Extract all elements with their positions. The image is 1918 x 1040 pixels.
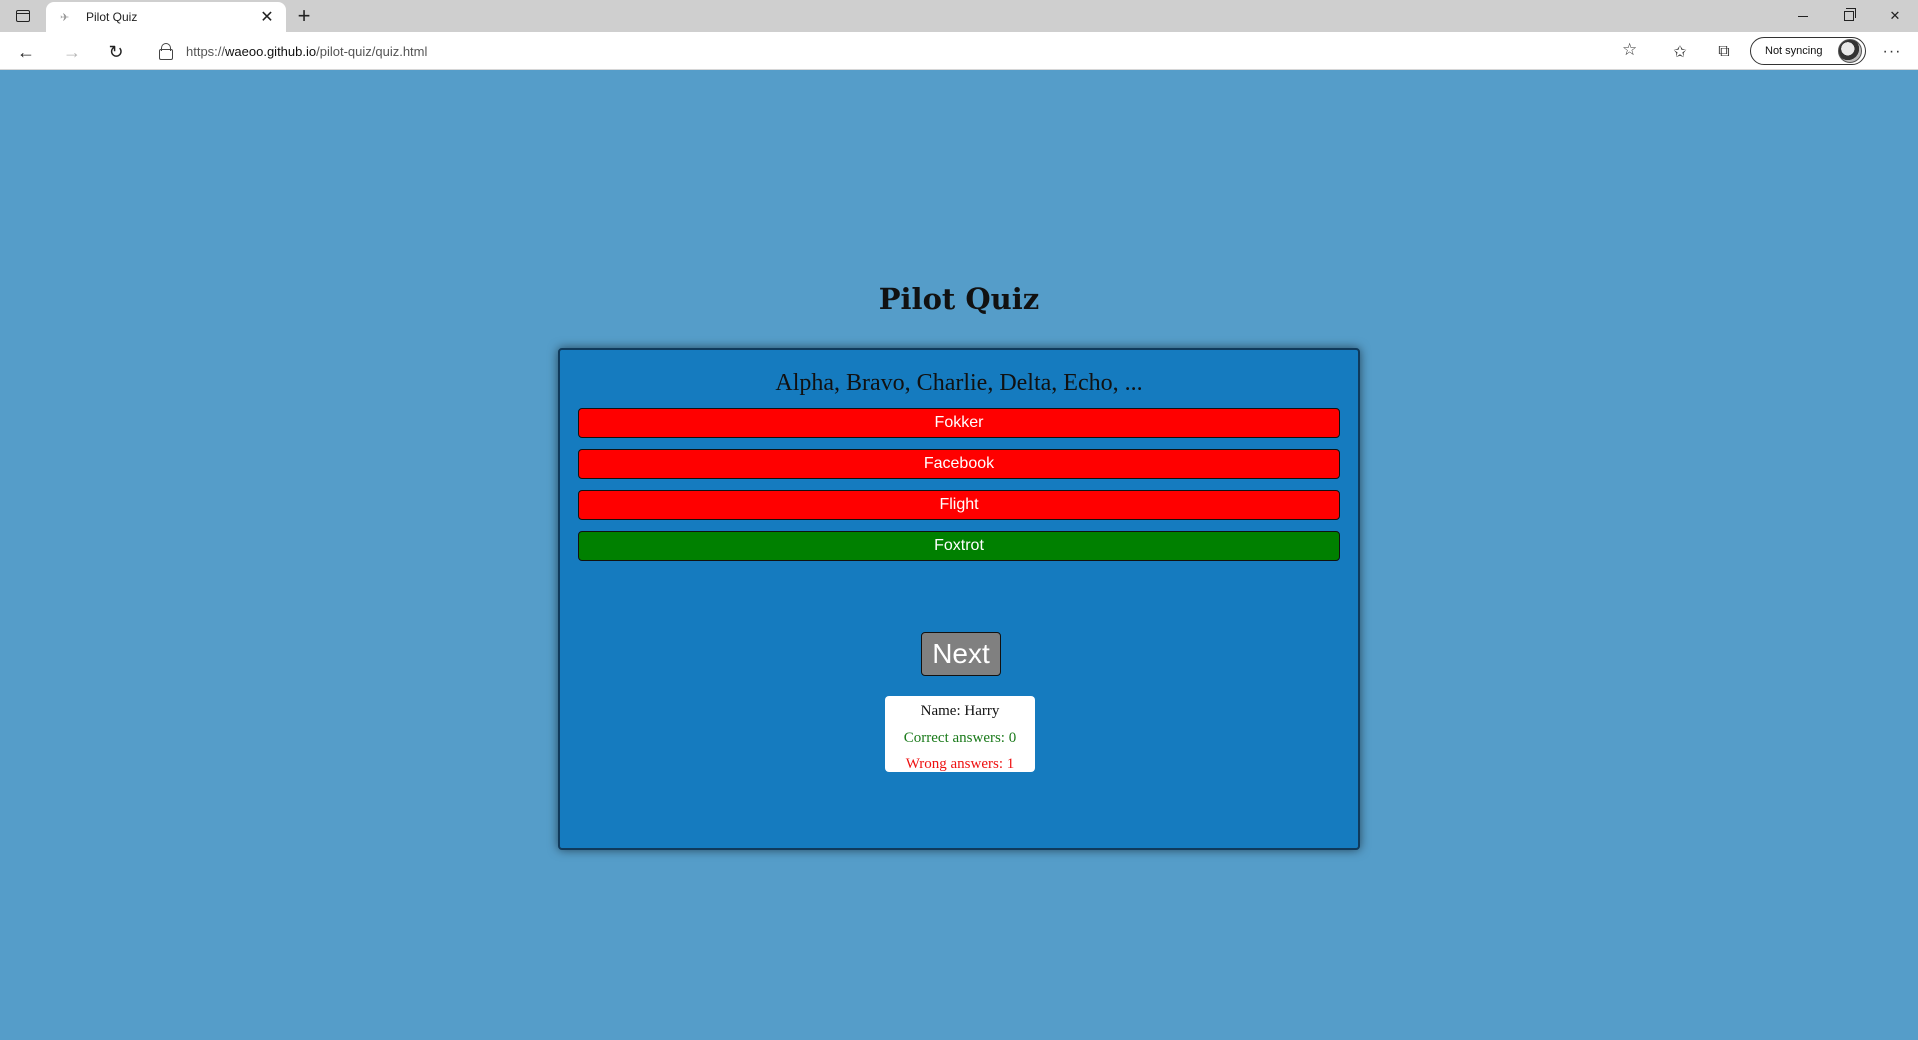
reload-button[interactable]: ↻ <box>102 38 130 66</box>
answer-button-2[interactable]: Facebook <box>578 449 1340 479</box>
quiz-card: Alpha, Bravo, Charlie, Delta, Echo, ... … <box>558 348 1360 850</box>
favorite-add-icon[interactable]: ☆ <box>1622 40 1637 60</box>
back-button[interactable]: ← <box>12 38 40 66</box>
answer-button-3[interactable]: Flight <box>578 490 1340 520</box>
tab-actions-button[interactable] <box>10 6 36 26</box>
next-button[interactable]: Next <box>921 632 1001 676</box>
close-icon[interactable]: ✕ <box>256 6 278 28</box>
reload-icon: ↻ <box>108 41 124 62</box>
more-icon[interactable]: ··· <box>1880 40 1904 64</box>
url-field[interactable]: https://waeoo.github.io/pilot-quiz/quiz.… <box>144 36 1652 66</box>
restore-icon <box>1844 8 1856 21</box>
url-host: waeoo.github.io <box>225 43 317 59</box>
profile-status-label: Not syncing <box>1765 45 1823 57</box>
window-controls: ✕ <box>1780 0 1918 32</box>
favorites-icon[interactable]: ✩ <box>1668 40 1692 64</box>
collections-icon[interactable]: ⧉ <box>1712 40 1736 64</box>
back-arrow-icon: ← <box>17 41 35 62</box>
minimize-icon <box>1798 15 1808 17</box>
forward-button[interactable]: → <box>58 38 86 66</box>
avatar <box>1838 39 1862 63</box>
profile-button[interactable]: Not syncing <box>1750 37 1866 65</box>
close-icon: ✕ <box>1889 8 1901 23</box>
url-path: /pilot-quiz/quiz.html <box>316 43 428 59</box>
score-panel: Name: Harry Correct answers: 0 Wrong ans… <box>885 696 1035 772</box>
forward-arrow-icon: → <box>63 41 81 62</box>
wrong-count: Wrong answers: 1 <box>905 756 1015 772</box>
lock-icon[interactable] <box>158 43 174 60</box>
sidebar-icon <box>16 10 30 22</box>
browser-tab[interactable]: ✈ Pilot Quiz ✕ <box>46 2 286 32</box>
correct-count: Correct answers: 0 <box>903 729 1017 746</box>
question-text: Alpha, Bravo, Charlie, Delta, Echo, ... <box>775 370 1143 396</box>
address-bar: ← → ↻ https://waeoo.github.io/pilot-quiz… <box>0 32 1918 70</box>
tab-title: Pilot Quiz <box>86 10 138 24</box>
url-prefix: https:// <box>186 43 226 59</box>
restore-button[interactable] <box>1826 0 1872 32</box>
new-tab-button[interactable]: + <box>292 3 316 28</box>
browser-tab-bar: ✈ Pilot Quiz ✕ + ✕ <box>0 0 1918 32</box>
close-window-button[interactable]: ✕ <box>1872 0 1918 32</box>
answer-button-1[interactable]: Fokker <box>578 408 1340 438</box>
player-name: Name: Harry <box>920 703 1000 719</box>
page-title: Pilot Quiz <box>878 282 1040 316</box>
minimize-button[interactable] <box>1780 0 1826 32</box>
favicon: ✈ <box>60 11 70 24</box>
plus-icon: + <box>297 3 311 28</box>
answer-button-4[interactable]: Foxtrot <box>578 531 1340 561</box>
url-text: https://waeoo.github.io/pilot-quiz/quiz.… <box>186 44 427 59</box>
